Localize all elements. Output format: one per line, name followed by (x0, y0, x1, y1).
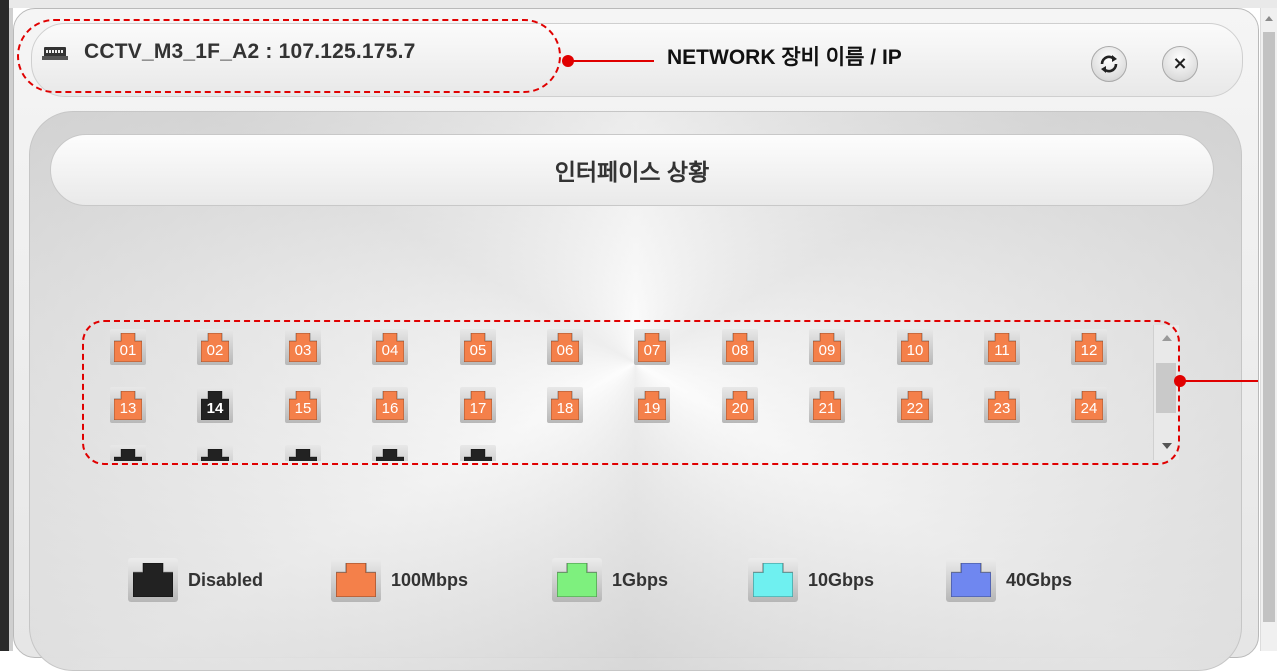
refresh-icon (1100, 55, 1118, 73)
port-23[interactable]: 23 (984, 387, 1020, 423)
ethernet-port-icon (375, 448, 405, 461)
port-number: 06 (556, 342, 574, 359)
refresh-button[interactable] (1091, 46, 1127, 82)
port-number: 21 (818, 400, 836, 417)
port-number: 12 (1080, 342, 1098, 359)
legend-item-1gbps: 1Gbps (552, 558, 668, 602)
port-number: 07 (643, 342, 661, 359)
port-number: 09 (818, 342, 836, 359)
legend-port-icon (128, 558, 178, 602)
scroll-up-arrow-icon[interactable] (1162, 335, 1172, 341)
port-01[interactable]: 01 (110, 329, 146, 365)
port-number: 17 (469, 400, 487, 417)
port-02[interactable]: 02 (197, 329, 233, 365)
port-number: 23 (993, 400, 1011, 417)
port-21[interactable]: 21 (809, 387, 845, 423)
port-number: 10 (906, 342, 924, 359)
port-number: 01 (119, 342, 137, 359)
network-switch-icon (42, 47, 68, 60)
port-04[interactable]: 04 (372, 329, 408, 365)
legend-label: 40Gbps (1006, 569, 1073, 590)
port-extra-29[interactable] (460, 445, 496, 461)
port-17[interactable]: 17 (460, 387, 496, 423)
ports-scroll-area[interactable]: 01 02 03 04 05 06 07 08 09 10 11 12 13 14 15 16 17 18 19 20… (84, 323, 1160, 461)
port-18[interactable]: 18 (547, 387, 583, 423)
port-06[interactable]: 06 (547, 329, 583, 365)
legend-port-icon (331, 558, 381, 602)
port-14[interactable]: 14 (197, 387, 233, 423)
port-extra-28[interactable] (372, 445, 408, 461)
port-extra-27[interactable] (285, 445, 321, 461)
port-number: 19 (643, 400, 661, 417)
port-24[interactable]: 24 (1071, 387, 1107, 423)
port-number: 08 (731, 342, 749, 359)
port-number: 11 (994, 342, 1010, 359)
close-button[interactable]: × (1162, 46, 1198, 82)
legend-item-10gbps: 10Gbps (748, 558, 874, 602)
port-number: 24 (1080, 400, 1098, 417)
port-number: 22 (906, 400, 924, 417)
legend-label: Disabled (188, 569, 264, 590)
port-number: 15 (294, 400, 312, 417)
annotation-line-device (568, 60, 654, 62)
top-strip (0, 0, 1277, 8)
page-scroll-up-icon[interactable] (1265, 16, 1273, 21)
port-extra-25[interactable] (110, 445, 146, 461)
legend-port-icon (552, 558, 602, 602)
port-number: 18 (556, 400, 574, 417)
legend-item-40gbps: 40Gbps (946, 558, 1072, 602)
port-15[interactable]: 15 (285, 387, 321, 423)
port-10[interactable]: 10 (897, 329, 933, 365)
ethernet-port-icon (288, 448, 318, 461)
page-scroll-thumb[interactable] (1263, 32, 1275, 622)
port-08[interactable]: 08 (722, 329, 758, 365)
port-number: 05 (469, 342, 487, 359)
port-number: 14 (206, 400, 224, 417)
port-16[interactable]: 16 (372, 387, 408, 423)
port-13[interactable]: 13 (110, 387, 146, 423)
page-scrollbar[interactable] (1260, 8, 1277, 651)
device-name-ip: CCTV_M3_1F_A2 : 107.125.175.7 (84, 40, 416, 63)
legend-label: 1Gbps (612, 569, 669, 590)
port-12[interactable]: 12 (1071, 329, 1107, 365)
port-20[interactable]: 20 (722, 387, 758, 423)
port-11[interactable]: 11 (984, 329, 1020, 365)
ports-scrollbar[interactable] (1153, 325, 1179, 460)
legend-port-icon (748, 558, 798, 602)
legend-port-icon (946, 558, 996, 602)
port-03[interactable]: 03 (285, 329, 321, 365)
ethernet-port-icon (200, 448, 230, 461)
close-icon: × (1172, 53, 1188, 74)
port-05[interactable]: 05 (460, 329, 496, 365)
port-number: 13 (119, 400, 137, 417)
legend-label: 100Mbps (391, 569, 469, 590)
port-number: 04 (381, 342, 399, 359)
legend-label: 10Gbps (808, 569, 875, 590)
port-number: 03 (294, 342, 312, 359)
ethernet-port-icon (113, 448, 143, 461)
port-09[interactable]: 09 (809, 329, 845, 365)
window-left-edge (0, 0, 9, 651)
port-07[interactable]: 07 (634, 329, 670, 365)
port-number: 16 (381, 400, 399, 417)
annotation-line-ports (1180, 380, 1258, 382)
scroll-thumb[interactable] (1156, 363, 1176, 413)
port-number: 02 (206, 342, 224, 359)
section-title: 인터페이스 상황 (554, 159, 710, 185)
scroll-down-arrow-icon[interactable] (1162, 443, 1172, 449)
legend-item-disabled: Disabled (128, 558, 263, 602)
port-number: 20 (731, 400, 749, 417)
ethernet-port-icon (463, 448, 493, 461)
port-extra-26[interactable] (197, 445, 233, 461)
port-22[interactable]: 22 (897, 387, 933, 423)
annotation-device-label: NETWORK 장비 이름 / IP (667, 46, 902, 69)
port-19[interactable]: 19 (634, 387, 670, 423)
legend-item-100mbps: 100Mbps (331, 558, 468, 602)
section-header: 인터페이스 상황 (50, 134, 1214, 206)
